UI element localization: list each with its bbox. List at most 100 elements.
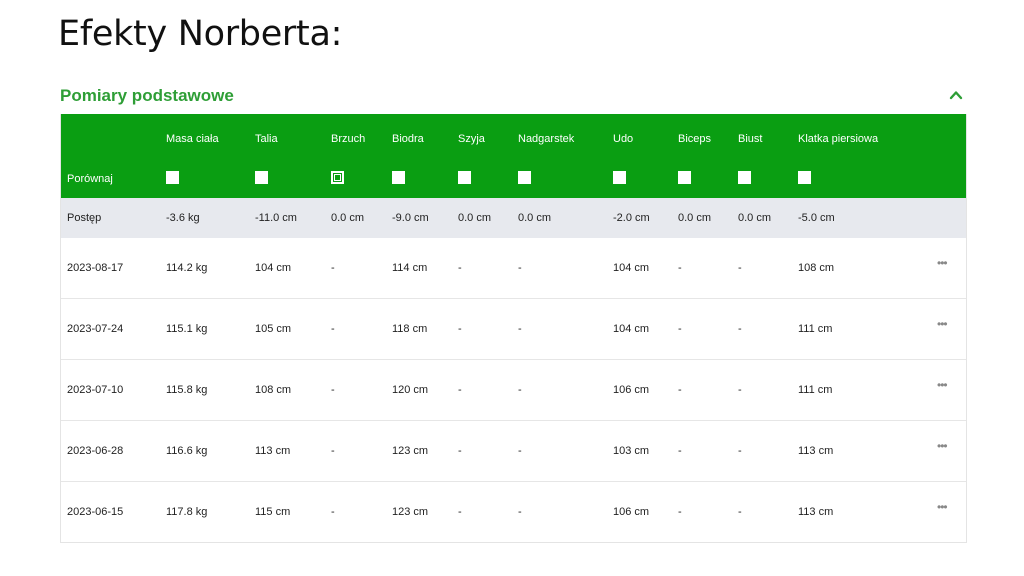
cell-value: 111 cm (798, 384, 833, 396)
more-options-icon[interactable]: ••• (937, 500, 948, 514)
row-date: 2023-06-15 (67, 506, 124, 518)
compare-checkbox-nadgarstek[interactable] (518, 171, 531, 185)
row-date: 2023-08-17 (67, 262, 124, 274)
cell-value: 111 cm (798, 323, 833, 335)
cell-value: - (678, 384, 682, 396)
row-date: 2023-06-28 (67, 445, 124, 457)
cell-value: 123 cm (392, 506, 429, 518)
progress-label: Postęp (67, 212, 102, 224)
cell-value: 104 cm (613, 262, 650, 274)
more-options-icon[interactable]: ••• (937, 439, 948, 453)
cell-value: 113 cm (255, 445, 291, 457)
column-header-brzuch: Brzuch (331, 133, 366, 145)
table-header-row: Masa ciała Talia Brzuch Biodra Szyja Nad… (61, 114, 966, 156)
cell-value: - (458, 445, 462, 457)
cell-value: - (738, 506, 742, 518)
cell-value: 113 cm (798, 445, 834, 457)
progress-value: -9.0 cm (392, 212, 429, 224)
cell-value: 108 cm (255, 384, 292, 396)
column-header-udo: Udo (613, 133, 634, 145)
section-header: Pomiary podstawowe (60, 84, 965, 112)
cell-value: - (331, 506, 335, 518)
progress-value: 0.0 cm (678, 212, 712, 224)
table-row: 2023-07-10 115.8 kg 108 cm - 120 cm - - … (61, 360, 966, 421)
cell-value: - (518, 323, 522, 335)
compare-label: Porównaj (67, 173, 113, 186)
cell-value: - (331, 323, 335, 335)
cell-value: 103 cm (613, 445, 650, 457)
table-row: 2023-06-15 117.8 kg 115 cm - 123 cm - - … (61, 482, 966, 542)
cell-value: - (738, 262, 742, 274)
compare-checkbox-biceps[interactable] (678, 171, 691, 185)
cell-value: - (458, 323, 462, 335)
column-header-biodra: Biodra (392, 133, 424, 145)
column-header-masa-ciala: Masa ciała (166, 133, 219, 145)
column-header-biceps: Biceps (678, 133, 712, 145)
cell-value: - (331, 384, 335, 396)
cell-value: 120 cm (392, 384, 429, 396)
cell-value: - (678, 506, 682, 518)
progress-value: -5.0 cm (798, 212, 835, 224)
cell-value: - (738, 445, 742, 457)
column-header-szyja: Szyja (458, 133, 485, 145)
compare-checkbox-talia[interactable] (255, 171, 268, 185)
measurements-table: Masa ciała Talia Brzuch Biodra Szyja Nad… (60, 114, 967, 543)
cell-value: 113 cm (798, 506, 834, 518)
cell-value: - (678, 445, 682, 457)
table-row: 2023-07-24 115.1 kg 105 cm - 118 cm - - … (61, 299, 966, 360)
progress-value: -3.6 kg (166, 212, 200, 224)
more-options-icon[interactable]: ••• (937, 378, 948, 392)
cell-value: 114 cm (392, 262, 428, 274)
cell-value: 115.8 kg (166, 384, 208, 396)
cell-value: 104 cm (255, 262, 292, 274)
cell-value: - (678, 323, 682, 335)
cell-value: - (518, 445, 522, 457)
compare-checkbox-szyja[interactable] (458, 171, 471, 185)
progress-value: 0.0 cm (738, 212, 772, 224)
cell-value: 115.1 kg (166, 323, 208, 335)
compare-checkbox-udo[interactable] (613, 171, 626, 185)
page-title: Efekty Norberta: (58, 14, 343, 54)
compare-row: Porównaj (61, 156, 966, 198)
table-row: 2023-06-28 116.6 kg 113 cm - 123 cm - - … (61, 421, 966, 482)
progress-value: 0.0 cm (331, 212, 365, 224)
cell-value: - (331, 262, 335, 274)
cell-value: - (458, 384, 462, 396)
cell-value: 104 cm (613, 323, 650, 335)
compare-checkbox-brzuch[interactable] (331, 171, 344, 185)
section-title: Pomiary podstawowe (60, 86, 234, 105)
more-options-icon[interactable]: ••• (937, 317, 948, 331)
cell-value: 106 cm (613, 384, 650, 396)
progress-row: Postęp -3.6 kg -11.0 cm 0.0 cm -9.0 cm 0… (61, 198, 966, 238)
column-header-klatka-piersiowa: Klatka piersiowa (798, 133, 879, 145)
progress-value: -2.0 cm (613, 212, 650, 224)
column-header-biust: Biust (738, 133, 763, 145)
cell-value: - (518, 506, 522, 518)
cell-value: - (678, 262, 682, 274)
progress-value: -11.0 cm (255, 212, 297, 224)
cell-value: - (458, 262, 462, 274)
cell-value: - (331, 445, 335, 457)
cell-value: 106 cm (613, 506, 650, 518)
cell-value: 115 cm (255, 506, 291, 518)
compare-checkbox-biust[interactable] (738, 171, 751, 185)
compare-checkbox-biodra[interactable] (392, 171, 405, 185)
progress-value: 0.0 cm (518, 212, 552, 224)
cell-value: 116.6 kg (166, 445, 208, 457)
cell-value: 118 cm (392, 323, 428, 335)
cell-value: 114.2 kg (166, 262, 208, 274)
compare-checkbox-masa-ciala[interactable] (166, 171, 179, 185)
column-header-nadgarstek: Nadgarstek (518, 133, 575, 145)
cell-value: - (738, 384, 742, 396)
cell-value: - (738, 323, 742, 335)
chevron-up-icon[interactable] (949, 88, 963, 102)
row-date: 2023-07-24 (67, 323, 124, 335)
cell-value: 105 cm (255, 323, 292, 335)
compare-checkbox-klatka-piersiowa[interactable] (798, 171, 811, 185)
cell-value: 108 cm (798, 262, 835, 274)
cell-value: - (518, 262, 522, 274)
more-options-icon[interactable]: ••• (937, 256, 948, 270)
column-header-talia: Talia (255, 133, 278, 145)
cell-value: - (518, 384, 522, 396)
table-row: 2023-08-17 114.2 kg 104 cm - 114 cm - - … (61, 238, 966, 299)
